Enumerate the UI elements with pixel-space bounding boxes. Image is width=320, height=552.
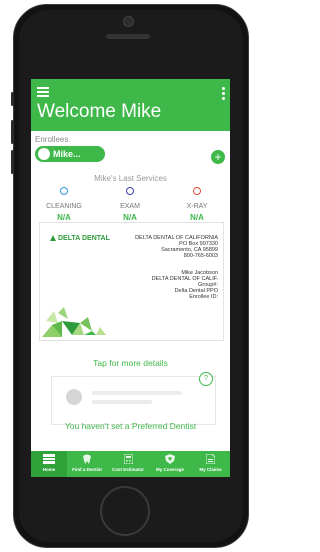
insurance-card[interactable]: DELTA DENTAL DELTA DENTAL OF CALIFORNIA … <box>39 222 224 341</box>
document-icon <box>206 454 215 464</box>
mute-switch <box>11 92 14 106</box>
enrollee-avatar <box>38 148 50 160</box>
placeholder-line <box>92 400 152 404</box>
tab-cost-estimator[interactable]: Cost Estimator <box>107 451 149 477</box>
card-icon <box>43 454 55 464</box>
volume-up-button <box>11 120 14 144</box>
home-button[interactable] <box>100 486 150 536</box>
tab-my-claims[interactable]: My Claims <box>191 451 230 477</box>
camera-icon <box>123 16 134 27</box>
service-label: EXAM <box>120 203 140 210</box>
app-header: Welcome Mike <box>31 79 230 131</box>
hamburger-menu-icon[interactable] <box>37 87 49 97</box>
preferred-dentist-card[interactable]: ? <box>51 372 216 425</box>
triangle-pattern-graphic <box>42 307 106 337</box>
cleaning-indicator-icon <box>60 187 68 195</box>
more-options-icon[interactable] <box>222 87 225 102</box>
placeholder-line <box>92 391 182 395</box>
page-title: Welcome Mike <box>37 101 162 122</box>
service-value: N/A <box>57 213 71 222</box>
xray-indicator-icon <box>193 187 201 195</box>
service-value: N/A <box>190 213 204 222</box>
insurer-address: DELTA DENTAL OF CALIFORNIA PO Box 997330… <box>135 235 218 259</box>
dentist-avatar-icon <box>66 389 82 405</box>
member-details: Mike Jacobson DELTA DENTAL OF CALIF. Gro… <box>151 270 218 300</box>
service-value: N/A <box>123 213 137 222</box>
calculator-icon <box>123 454 133 464</box>
enrollees-label: Enrollees <box>35 135 69 144</box>
app-screen: Welcome Mike Enrollees Mike... + Mike's … <box>31 79 230 477</box>
tooth-icon <box>83 454 91 464</box>
tab-find-dentist[interactable]: Find a Dentist <box>67 451 107 477</box>
service-label: CLEANING <box>46 203 82 210</box>
add-enrollee-button[interactable]: + <box>211 150 225 164</box>
tab-my-coverage[interactable]: My Coverage <box>149 451 191 477</box>
shield-icon <box>165 454 175 464</box>
tab-home[interactable]: Home <box>31 451 67 477</box>
service-exam: EXAM N/A <box>97 187 163 222</box>
service-xray: X-RAY N/A <box>164 187 230 222</box>
exam-indicator-icon <box>126 187 134 195</box>
bottom-tab-bar: Home Find a Dentist Cost Estimator My Co… <box>31 451 230 477</box>
tap-details-link[interactable]: Tap for more details <box>31 358 230 368</box>
speaker-grille <box>106 34 150 39</box>
enrollee-name: Mike... <box>53 149 81 159</box>
delta-dental-logo: DELTA DENTAL <box>50 235 110 242</box>
volume-down-button <box>11 150 14 174</box>
service-label: X-RAY <box>186 203 208 210</box>
service-cleaning: CLEANING N/A <box>31 187 97 222</box>
services-title: Mike's Last Services <box>94 174 167 183</box>
enrollee-chip[interactable]: Mike... <box>35 146 105 162</box>
help-icon[interactable]: ? <box>199 372 213 386</box>
no-preferred-dentist-text: You haven't set a Preferred Dentist <box>64 421 197 431</box>
delta-triangle-icon <box>50 235 56 241</box>
